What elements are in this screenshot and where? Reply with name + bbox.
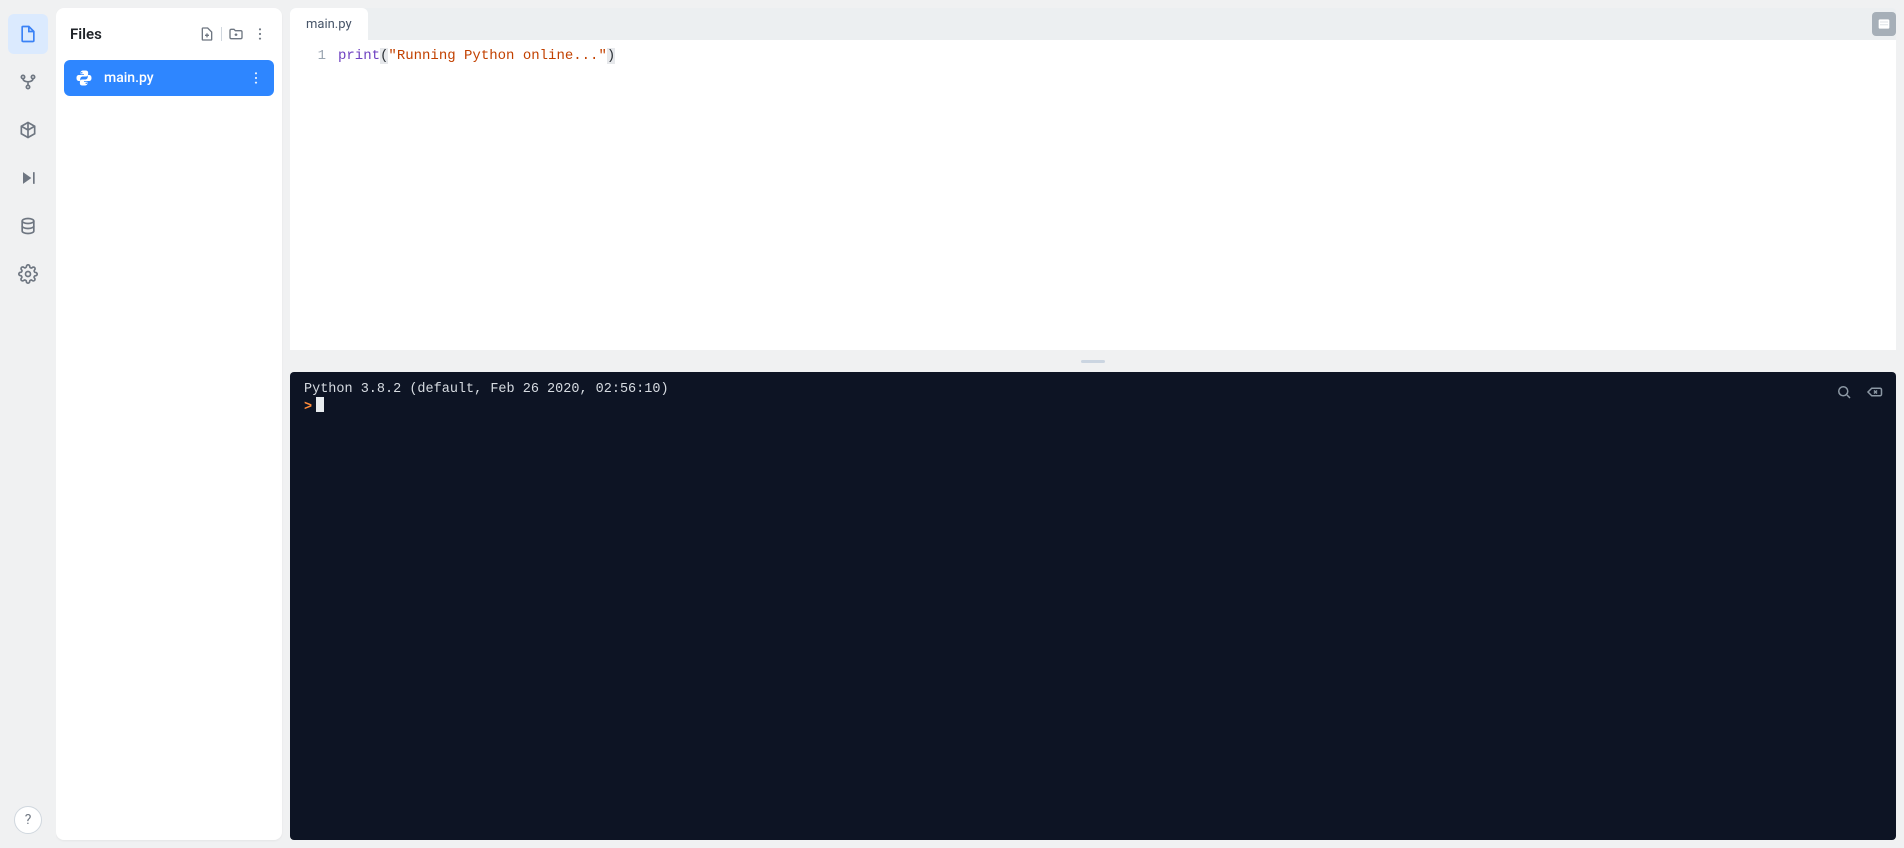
new-file-icon[interactable]	[195, 22, 219, 46]
editor-area: main.py 1 print("Running Python online..…	[290, 8, 1896, 350]
sidebar-database-icon[interactable]	[8, 206, 48, 246]
icon-sidebar: ?	[0, 0, 56, 848]
tab-label: main.py	[306, 17, 352, 32]
code-content: print("Running Python online...")	[334, 40, 619, 350]
file-item-main[interactable]: main.py	[64, 60, 274, 96]
files-more-icon[interactable]	[248, 22, 272, 46]
header-divider	[221, 27, 222, 41]
console-banner: Python 3.8.2 (default, Feb 26 2020, 02:5…	[304, 382, 1882, 397]
code-editor[interactable]: 1 print("Running Python online...")	[290, 40, 1896, 350]
help-button[interactable]: ?	[14, 806, 42, 834]
console[interactable]: Python 3.8.2 (default, Feb 26 2020, 02:5…	[290, 372, 1896, 840]
files-header: Files	[56, 8, 282, 60]
console-prompt: >	[304, 400, 312, 415]
console-search-icon[interactable]	[1834, 382, 1854, 402]
main-area: main.py 1 print("Running Python online..…	[290, 8, 1896, 840]
console-cursor	[316, 397, 324, 412]
tab-row: main.py	[290, 8, 1896, 40]
line-gutter: 1	[290, 40, 334, 350]
console-toolbar	[1834, 382, 1884, 402]
sidebar-debugger-icon[interactable]	[8, 158, 48, 198]
files-panel: Files main.py	[56, 8, 282, 840]
console-prompt-line: >	[304, 397, 1882, 415]
sidebar-version-control-icon[interactable]	[8, 62, 48, 102]
file-item-more-icon[interactable]	[248, 70, 264, 86]
new-folder-icon[interactable]	[224, 22, 248, 46]
python-file-icon	[74, 68, 94, 88]
files-panel-title: Files	[70, 25, 195, 43]
layout-toggle-icon[interactable]	[1872, 12, 1896, 36]
sidebar-files-icon[interactable]	[8, 14, 48, 54]
sidebar-settings-icon[interactable]	[8, 254, 48, 294]
console-clear-icon[interactable]	[1864, 382, 1884, 402]
pane-splitter[interactable]	[290, 358, 1896, 364]
tab-main[interactable]: main.py	[290, 8, 368, 40]
file-item-label: main.py	[104, 70, 248, 86]
sidebar-packages-icon[interactable]	[8, 110, 48, 150]
